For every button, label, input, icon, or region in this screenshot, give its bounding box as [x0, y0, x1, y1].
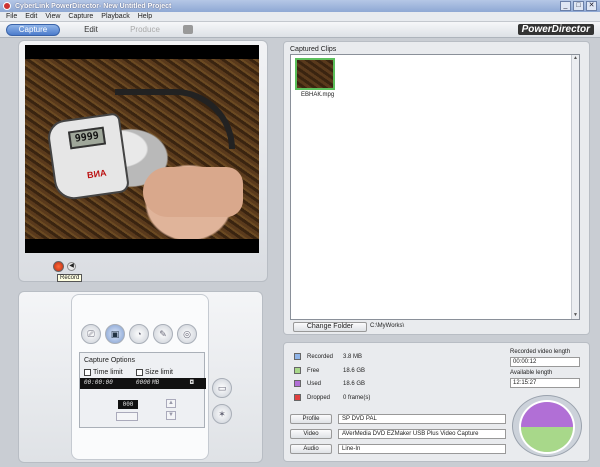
play-button[interactable]: ◀: [67, 262, 76, 271]
limit-display: 00:00:00 0000 MB ◘: [80, 378, 206, 389]
profile-value: SP DVD PAL: [338, 414, 506, 424]
available-length-field: 12:15:27: [510, 378, 580, 388]
camcorder-icon[interactable]: ⎚: [81, 324, 101, 344]
tv-capture-icon[interactable]: ▣: [105, 324, 125, 344]
stat-used: Used 18.6 GB: [294, 380, 393, 387]
stat-label: Used: [307, 380, 322, 387]
title-bar: CyberLink PowerDirector- New Untitled Pr…: [0, 0, 600, 12]
mode-bar: Capture Edit Produce PowerDirector: [0, 22, 600, 38]
settings-icon[interactable]: ✶: [212, 404, 232, 424]
dropped-swatch: [294, 394, 301, 401]
record-tooltip: Record: [57, 274, 83, 282]
video-frame: 9999 ВИА: [25, 59, 259, 239]
capture-options: Capture Options Time limit Size limit 00…: [79, 352, 206, 428]
menu-help[interactable]: Help: [138, 13, 152, 20]
lock-icon: [183, 25, 193, 34]
scroll-up-icon[interactable]: ▲: [572, 55, 579, 62]
audio-device-value: Line-In: [338, 444, 506, 454]
video-preview: 9999 ВИА: [25, 45, 259, 253]
tab-capture[interactable]: Capture: [6, 24, 60, 36]
captured-clips-label: Captured Clips: [290, 46, 337, 53]
scroll-down-icon[interactable]: ▼: [572, 312, 579, 319]
menu-view[interactable]: View: [45, 13, 60, 20]
apply-button[interactable]: [116, 412, 138, 421]
clips-list: ЕВНАК.mpg ▲ ▼: [290, 54, 580, 320]
stat-dropped: Dropped 0 frame(s): [294, 394, 393, 401]
handlebar: [115, 89, 235, 149]
menu-bar: File Edit View Capture Playback Help: [0, 12, 600, 22]
hand: [143, 167, 243, 217]
gauge-dial: [519, 400, 575, 454]
minimize-button[interactable]: _: [560, 1, 571, 11]
menu-capture[interactable]: Capture: [68, 13, 93, 20]
clips-scrollbar[interactable]: ▲ ▼: [571, 55, 579, 319]
capture-options-title: Capture Options: [84, 357, 135, 364]
step-down-button[interactable]: ▼: [166, 411, 176, 420]
audio-button[interactable]: Audio: [290, 444, 332, 454]
recorded-length-field: 00:00:12: [510, 357, 580, 367]
dv-icon[interactable]: ◔: [129, 324, 149, 344]
tab-edit[interactable]: Edit: [64, 24, 118, 36]
time-limit-checkbox[interactable]: Time limit: [84, 369, 123, 376]
capture-source-row: ⎚ ▣ ◔ ✎ ◎: [81, 324, 197, 344]
size-limit-label: Size limit: [145, 369, 174, 376]
video-button[interactable]: Video: [290, 429, 332, 439]
controls-panel: ⎚ ▣ ◔ ✎ ◎ Capture Options Time limit Siz…: [18, 291, 263, 463]
stat-label: Free: [307, 367, 320, 374]
disc-icon[interactable]: ◎: [177, 324, 197, 344]
tab-produce: Produce: [130, 25, 160, 34]
status-panel: Recorded 3.8 MB Free 18.6 GB Used 18.6 G…: [283, 342, 590, 462]
stat-label: Recorded: [307, 353, 334, 360]
record-button[interactable]: [53, 261, 64, 272]
app-icon: [3, 2, 11, 10]
free-swatch: [294, 367, 301, 374]
time-limit-box[interactable]: [84, 369, 91, 376]
change-folder-button[interactable]: Change Folder: [293, 322, 367, 332]
available-length-label: Available length: [510, 370, 553, 376]
clip-name: ЕВНАК.mpg: [301, 92, 335, 98]
recorded-length-label: Recorded video length: [510, 349, 571, 355]
maximize-button[interactable]: □: [573, 1, 584, 11]
microphone-icon[interactable]: ✎: [153, 324, 173, 344]
size-unit: MB: [152, 379, 160, 386]
camera-icon: ◘: [190, 379, 194, 386]
preview-panel: 9999 ВИА ◀ Record: [18, 40, 268, 282]
size-limit-box[interactable]: [136, 369, 143, 376]
menu-file[interactable]: File: [6, 13, 17, 20]
gauge-used: [521, 402, 573, 427]
disk-usage-gauge: [512, 395, 582, 457]
window-title: CyberLink PowerDirector- New Untitled Pr…: [15, 2, 172, 10]
brand-logo: PowerDirector: [517, 24, 594, 35]
screenshot-icon[interactable]: ▭: [212, 378, 232, 398]
recorded-swatch: [294, 353, 301, 360]
stat-free: Free 18.6 GB: [294, 367, 393, 374]
size-limit-checkbox[interactable]: Size limit: [136, 369, 173, 376]
profile-button[interactable]: Profile: [290, 414, 332, 424]
folder-path: C:\MyWorks\: [370, 323, 405, 329]
stat-value: 3.8 MB: [343, 353, 363, 360]
menu-edit[interactable]: Edit: [25, 13, 37, 20]
time-value[interactable]: 00:00:00: [84, 379, 113, 386]
stat-label: Dropped: [307, 394, 331, 401]
bike-console: [45, 112, 131, 202]
step-up-button[interactable]: ▲: [166, 399, 176, 408]
time-limit-label: Time limit: [93, 369, 123, 376]
stat-value: 0 frame(s): [343, 394, 371, 401]
video-device-value: AVerMedia DVD EZMaker USB Plus Video Cap…: [338, 429, 506, 439]
digit-display: 000: [118, 400, 138, 409]
close-button[interactable]: ✕: [586, 1, 597, 11]
stat-recorded: Recorded 3.8 MB: [294, 353, 393, 360]
stat-value: 18.6 GB: [343, 367, 366, 374]
menu-playback[interactable]: Playback: [101, 13, 129, 20]
stat-value: 18.6 GB: [343, 380, 366, 387]
size-value[interactable]: 0000: [136, 379, 150, 386]
captured-clips-panel: Captured Clips ЕВНАК.mpg ▲ ▼ Change Fold…: [283, 41, 590, 335]
gauge-free: [521, 427, 573, 452]
clip-thumbnail[interactable]: [295, 58, 335, 90]
used-swatch: [294, 380, 301, 387]
